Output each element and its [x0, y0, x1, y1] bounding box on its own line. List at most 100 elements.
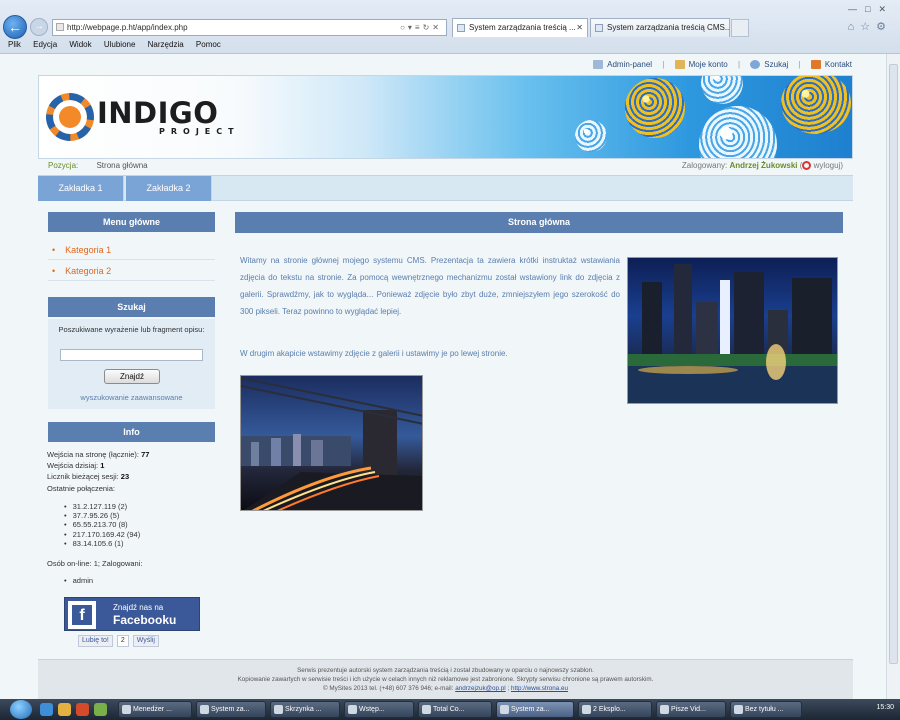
content-heading: Strona główna [235, 212, 843, 233]
menu-view[interactable]: Widok [69, 40, 91, 49]
visits-today-label: Wejścia dzisiaj: [47, 461, 99, 470]
search-link[interactable]: Szukaj [764, 60, 788, 69]
visits-total: Wejścia na stronę (łącznie): 77 [47, 450, 149, 459]
start-button-icon[interactable] [10, 700, 32, 719]
taskbar-button-active[interactable]: System za... [496, 701, 574, 718]
browser-tab-1[interactable]: System zarządzania treścią ... ✕ [452, 18, 588, 37]
logo-subtitle: PROJECT [159, 127, 240, 136]
logged-label: Zalogowany: [681, 161, 728, 170]
facebook-line1: Znajdź nas na [113, 603, 164, 612]
footer-line-3: © MySites 2013 tel. (+48) 607 376 946; e… [38, 684, 853, 693]
footer-website-link[interactable]: http://www.strona.eu [511, 685, 568, 692]
bridge-night-image [241, 377, 422, 510]
explorer-quicklaunch-icon[interactable] [58, 703, 71, 716]
gear-logo-icon [46, 93, 94, 141]
visits-total-label: Wejścia na stronę (łącznie): [47, 450, 139, 459]
media-quicklaunch-icon[interactable] [76, 703, 89, 716]
menu-tools[interactable]: Narzędzia [148, 40, 184, 49]
ip-list-item: 217.170.169.42 (94) [64, 530, 141, 539]
browser-chrome: ← → http://webpage.p.ht/app/index.php ○▾… [0, 0, 900, 54]
my-account-link[interactable]: Moje konto [689, 60, 728, 69]
search-input[interactable] [60, 349, 203, 361]
facebook-badge[interactable]: f Znajdź nas na Facebooku [64, 597, 200, 631]
content-paragraph-1: Witamy na stronie głównej mojego systemu… [240, 256, 620, 316]
logout-paren: ) [840, 161, 843, 170]
header-banner: INDIGO PROJECT [38, 75, 853, 159]
ip-list-item: 65.55.213.70 (8) [64, 520, 128, 529]
page-tab-2[interactable]: Zakładka 2 [126, 176, 212, 201]
bullet-icon: • [52, 266, 56, 276]
page-scrollbar[interactable] [886, 54, 900, 699]
city-photo[interactable] [627, 257, 838, 404]
system-clock[interactable]: 15:30 [876, 704, 894, 711]
ie-quicklaunch-icon[interactable] [40, 703, 53, 716]
app-quicklaunch-icon[interactable] [94, 703, 107, 716]
page-tab-1[interactable]: Zakładka 1 [38, 176, 124, 201]
address-controls-icon[interactable]: ○▾≡↻✕ [400, 20, 442, 35]
footer-email-link[interactable]: andrzejzuk@op.pl [455, 685, 506, 692]
menu-bar: Plik Edycja Widok Ulubione Narzędzia Pom… [0, 38, 900, 53]
address-url: http://webpage.p.ht/app/index.php [67, 23, 188, 32]
new-tab-button[interactable] [731, 19, 749, 37]
facebook-line2: Facebooku [113, 613, 177, 627]
contact-icon [810, 60, 821, 69]
taskbar-button[interactable]: Total Co... [418, 701, 492, 718]
decorative-globe [781, 76, 851, 134]
category-item-2[interactable]: • Kategoria 2 [48, 261, 215, 281]
taskbar-button[interactable]: System za... [196, 701, 266, 718]
taskbar-button[interactable]: Pisze Vid... [656, 701, 726, 718]
main-menu-heading: Menu główne [48, 212, 215, 232]
address-bar[interactable]: http://webpage.p.ht/app/index.php ○▾≡↻✕ [52, 19, 447, 36]
position-label: Pozycja: [48, 161, 79, 170]
contact-link[interactable]: Kontakt [825, 60, 852, 69]
search-button[interactable]: Znajdź [104, 369, 160, 384]
admin-panel-icon [593, 60, 604, 69]
taskbar-button[interactable]: Skrzynka ... [270, 701, 340, 718]
decorative-globe [699, 106, 777, 158]
session-counter: Licznik bieżącej sesji: 23 [47, 472, 129, 481]
content-paragraph-2: W drugim akapicie wstawimy zdjęcie z gal… [240, 349, 508, 358]
online-status: Osób on-line: 1; Zalogowani: [47, 559, 143, 568]
taskbar-button[interactable]: Bez tytułu ... [730, 701, 802, 718]
decorative-globe [625, 78, 685, 138]
advanced-search-link[interactable]: wyszukowanie zaawansowane [48, 393, 215, 402]
toolbar-icons[interactable]: ⌂☆⚙ [848, 20, 892, 33]
taskbar-button[interactable]: Menedżer ... [118, 701, 192, 718]
like-button[interactable]: Lubię to! [78, 635, 113, 647]
scrollbar-thumb[interactable] [889, 64, 898, 664]
category-label[interactable]: Kategoria 2 [65, 266, 111, 276]
menu-edit[interactable]: Edycja [33, 40, 57, 49]
tab-label: System zarządzania treścią CMS... [607, 23, 730, 32]
browser-tab-2[interactable]: System zarządzania treścią CMS... [590, 18, 730, 37]
back-button[interactable]: ← [3, 15, 27, 39]
position-value[interactable]: Strona główna [96, 161, 147, 170]
login-status: Zalogowany: Andrzej Żukowski ( wyloguj) [682, 161, 843, 170]
tab-favicon [595, 24, 603, 32]
footer-copyright: © MySites 2013 tel. (+48) 607 376 946; e… [322, 685, 454, 692]
logout-icon[interactable] [802, 161, 812, 170]
search-heading: Szukaj [48, 297, 215, 317]
search-label: Poszukiwane wyrażenie lub fragment opisu… [58, 325, 205, 334]
separator: | [737, 60, 741, 69]
bridge-photo[interactable] [240, 375, 423, 511]
category-label[interactable]: Kategoria 1 [65, 245, 111, 255]
account-icon [674, 60, 685, 69]
menu-help[interactable]: Pomoc [196, 40, 221, 49]
info-heading: Info [48, 422, 215, 442]
tab-close-icon[interactable]: ✕ [576, 19, 583, 37]
search-box: Poszukiwane wyrażenie lub fragment opisu… [48, 319, 215, 409]
taskbar-button[interactable]: Wstęp... [344, 701, 414, 718]
menu-file[interactable]: Plik [8, 40, 21, 49]
logout-link[interactable]: wyloguj [814, 161, 841, 170]
window-controls-icon[interactable]: —□✕ [848, 4, 894, 15]
category-item-1[interactable]: • Kategoria 1 [48, 240, 215, 260]
admin-panel-link[interactable]: Admin-panel [607, 60, 652, 69]
position-bar: Pozycja: Strona główna Zalogowany: Andrz… [48, 161, 843, 173]
facebook-icon: f [68, 601, 96, 629]
menu-favorites[interactable]: Ulubione [104, 40, 136, 49]
share-button[interactable]: Wyślij [132, 635, 159, 647]
top-links: Admin-panel | Moje konto | Szukaj | Kont… [585, 60, 852, 69]
page-favicon [56, 23, 64, 31]
taskbar-button[interactable]: 2 Eksplo... [578, 701, 652, 718]
forward-button[interactable]: → [30, 18, 48, 36]
